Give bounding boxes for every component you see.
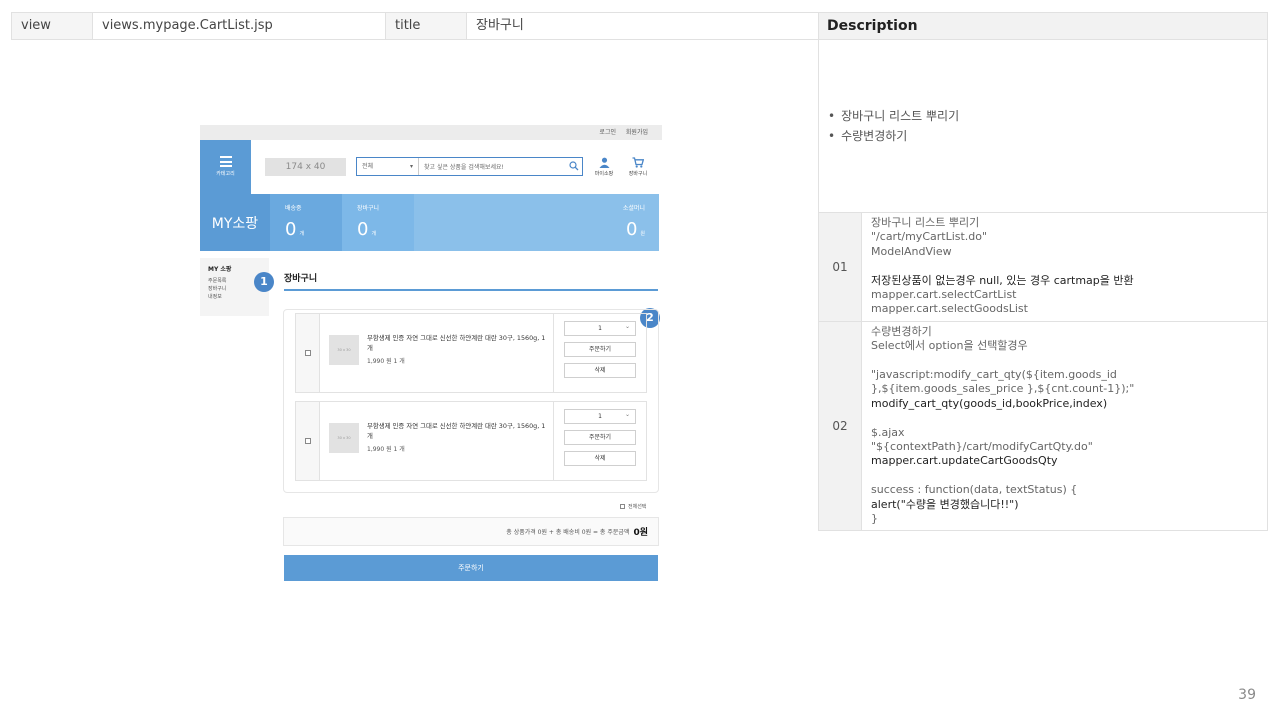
order-item-button[interactable]: 주문하기 bbox=[564, 430, 636, 445]
top-links-bar: 로그인 회원가입 bbox=[200, 125, 662, 140]
search-bar: 전체 찾고 싶은 상품을 검색해보세요! bbox=[356, 157, 583, 176]
item-name[interactable]: 무항생제 인증 자연 그대로 신선한 하얀계란 대란 30구, 1560g, 1… bbox=[367, 334, 549, 353]
stat-label: 배송중 bbox=[285, 205, 302, 212]
page-number: 39 bbox=[1238, 687, 1256, 703]
search-category-select[interactable]: 전체 bbox=[357, 158, 419, 175]
stat-cart[interactable]: 장바구니 0개 bbox=[342, 194, 414, 251]
description-panel: Description 장바구니 리스트 뿌리기 수량변경하기 01 장바구니 … bbox=[818, 12, 1268, 532]
stat-unit: 개 bbox=[299, 231, 305, 237]
row-line: } bbox=[871, 512, 878, 526]
row-line: "javascript:modify_cart_qty(${item.goods… bbox=[871, 368, 1135, 396]
description-row-01: 01 장바구니 리스트 뿌리기 "/cart/myCartList.do" Mo… bbox=[819, 213, 1267, 322]
cart-label: 장바구니 bbox=[628, 171, 648, 177]
item-info: 30 x 30 무항생제 인증 자연 그대로 신선한 하얀계란 대란 30구, … bbox=[320, 314, 554, 392]
delete-item-button[interactable]: 삭제 bbox=[564, 451, 636, 466]
stat-social-money[interactable]: 소셜머니 0원 bbox=[414, 194, 659, 251]
select-all-checkbox[interactable]: 전체선택 bbox=[620, 503, 646, 510]
quantity-select[interactable]: 1 bbox=[564, 320, 636, 336]
item-price: 1,990 원 1 개 bbox=[367, 446, 405, 453]
description-heading: Description bbox=[819, 13, 1267, 40]
item-checkbox[interactable] bbox=[296, 314, 320, 392]
row-line: mapper.cart.selectCartList bbox=[871, 288, 1017, 302]
description-row-02: 02 수량변경하기 Select에서 option을 선택할경우 "javasc… bbox=[819, 321, 1267, 531]
row-line: ModelAndView bbox=[871, 244, 952, 258]
item-checkbox[interactable] bbox=[296, 402, 320, 480]
my-summary-bar: MY소팡 배송중 0개 장바구니 0개 소셜머니 0원 bbox=[200, 194, 659, 251]
title-label: title bbox=[386, 13, 467, 39]
order-total-bar: 총 상품가격 0원 + 총 배송비 0원 = 총 주문금액 0원 bbox=[283, 517, 659, 546]
row-line: mapper.cart.selectGoodsList bbox=[871, 302, 1028, 316]
search-input[interactable]: 찾고 싶은 상품을 검색해보세요! bbox=[419, 162, 568, 171]
cart-page-mockup: 로그인 회원가입 카테고리 174 x 40 전체 찾고 싶은 상품을 검색해보… bbox=[200, 125, 662, 585]
view-value: views.mypage.CartList.jsp bbox=[93, 13, 386, 39]
row-line: $.ajax bbox=[871, 425, 905, 439]
row-line: alert("수량을 변경했습니다!!") bbox=[871, 497, 1019, 511]
title-value: 장바구니 bbox=[467, 13, 818, 39]
cart-title: 장바구니 bbox=[284, 274, 318, 284]
stat-shipping[interactable]: 배송중 0개 bbox=[270, 194, 342, 251]
row-line: "/cart/myCartList.do" bbox=[871, 230, 988, 244]
user-icon bbox=[598, 157, 610, 168]
row-line: modify_cart_qty(goods_id,bookPrice,index… bbox=[871, 396, 1108, 410]
annotation-badge-1: 1 bbox=[254, 272, 274, 292]
item-thumbnail: 30 x 30 bbox=[329, 335, 359, 365]
summary-item: 장바구니 리스트 뿌리기 bbox=[828, 106, 1267, 126]
item-info: 30 x 30 무항생제 인증 자연 그대로 신선한 하얀계란 대란 30구, … bbox=[320, 402, 554, 480]
quantity-select[interactable]: 1 bbox=[564, 408, 636, 424]
title-divider bbox=[284, 289, 658, 291]
header-row: view views.mypage.CartList.jsp title 장바구… bbox=[11, 12, 819, 40]
mypage-label: 마이소팡 bbox=[594, 171, 614, 177]
stat-value: 0 bbox=[357, 219, 369, 240]
row-line: success : function(data, textStatus) { bbox=[871, 483, 1078, 497]
site-header: 카테고리 174 x 40 전체 찾고 싶은 상품을 검색해보세요! 마이소팡 … bbox=[200, 140, 662, 194]
row-line: 저장된상품이 없는경우 null, 있는 경우 cartmap을 반환 bbox=[871, 273, 1134, 287]
row-line: 장바구니 리스트 뿌리기 bbox=[871, 216, 980, 229]
logo-placeholder: 174 x 40 bbox=[265, 158, 346, 176]
delete-item-button[interactable]: 삭제 bbox=[564, 363, 636, 378]
side-item-myinfo[interactable]: 내정보 bbox=[208, 293, 269, 301]
category-label: 카테고리 bbox=[216, 171, 235, 177]
login-link[interactable]: 로그인 bbox=[599, 129, 616, 136]
my-title: MY소팡 bbox=[200, 194, 270, 251]
stat-value: 0 bbox=[625, 219, 638, 240]
stat-value: 0 bbox=[285, 219, 297, 240]
cart-item: 30 x 30 무항생제 인증 자연 그대로 신선한 하얀계란 대란 30구, … bbox=[295, 313, 647, 393]
signup-link[interactable]: 회원가입 bbox=[626, 129, 648, 136]
item-actions: 1 주문하기 삭제 bbox=[554, 314, 646, 392]
cart-item-list: 30 x 30 무항생제 인증 자연 그대로 신선한 하얀계란 대란 30구, … bbox=[283, 309, 659, 493]
item-thumbnail: 30 x 30 bbox=[329, 423, 359, 453]
description-summary: 장바구니 리스트 뿌리기 수량변경하기 bbox=[819, 40, 1267, 213]
cart-item: 30 x 30 무항생제 인증 자연 그대로 신선한 하얀계란 대란 30구, … bbox=[295, 401, 647, 481]
row-body: 장바구니 리스트 뿌리기 "/cart/myCartList.do" Model… bbox=[862, 213, 1267, 321]
row-number: 02 bbox=[819, 321, 862, 531]
search-icon[interactable] bbox=[568, 158, 582, 175]
stat-label: 장바구니 bbox=[357, 205, 380, 212]
total-formula: 총 상품가격 0원 + 총 배송비 0원 = 총 주문금액 bbox=[506, 529, 630, 536]
summary-item: 수량변경하기 bbox=[828, 126, 1267, 146]
category-button[interactable]: 카테고리 bbox=[200, 140, 251, 194]
item-name[interactable]: 무항생제 인증 자연 그대로 신선한 하얀계란 대란 30구, 1560g, 1… bbox=[367, 422, 549, 441]
stat-unit: 개 bbox=[371, 231, 377, 237]
row-body: 수량변경하기 Select에서 option을 선택할경우 "javascrip… bbox=[862, 322, 1267, 531]
item-actions: 1 주문하기 삭제 bbox=[554, 402, 646, 480]
mypage-link[interactable]: 마이소팡 bbox=[592, 157, 616, 177]
hamburger-icon bbox=[219, 156, 232, 167]
item-price: 1,990 원 1 개 bbox=[367, 358, 405, 365]
order-button[interactable]: 주문하기 bbox=[284, 555, 658, 581]
stat-label: 소셜머니 bbox=[622, 205, 645, 212]
row-line: Select에서 option을 선택할경우 bbox=[871, 339, 1028, 353]
order-item-button[interactable]: 주문하기 bbox=[564, 342, 636, 357]
row-line: 수량변경하기 bbox=[871, 324, 932, 338]
select-all-label: 전체선택 bbox=[628, 504, 647, 510]
cart-icon bbox=[632, 157, 644, 168]
view-label: view bbox=[12, 13, 93, 39]
row-line: mapper.cart.updateCartGoodsQty bbox=[871, 454, 1058, 468]
row-number: 01 bbox=[819, 213, 862, 321]
row-line: "${contextPath}/cart/modifyCartQty.do" bbox=[871, 440, 1093, 454]
cart-link[interactable]: 장바구니 bbox=[626, 157, 650, 177]
total-amount: 0원 bbox=[633, 528, 648, 538]
stat-unit: 원 bbox=[640, 231, 645, 237]
